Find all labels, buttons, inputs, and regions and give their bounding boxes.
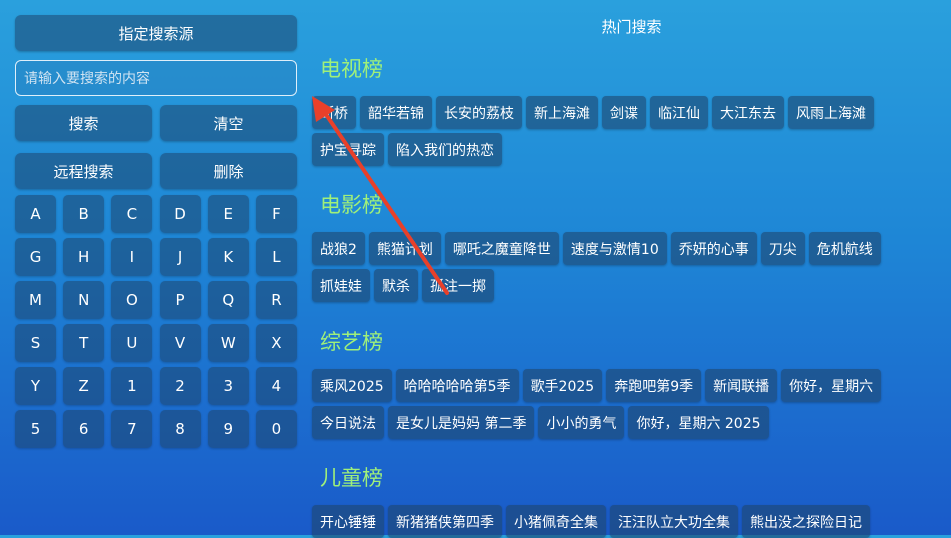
variety-tag-list: 乘风2025 哈哈哈哈哈第5季 歌手2025 奔跑吧第9季 新闻联播 你好，星期… bbox=[312, 369, 922, 439]
key-f[interactable]: F bbox=[255, 195, 297, 233]
tag-item[interactable]: 韶华若锦 bbox=[360, 96, 432, 129]
key-n[interactable]: N bbox=[63, 281, 105, 319]
tag-item[interactable]: 歌手2025 bbox=[522, 369, 603, 402]
key-0[interactable]: 0 bbox=[255, 410, 297, 448]
tag-item[interactable]: 小小的勇气 bbox=[538, 406, 625, 439]
key-z[interactable]: Z bbox=[63, 367, 105, 405]
key-7[interactable]: 7 bbox=[111, 410, 153, 448]
tag-item[interactable]: 小猪佩奇全集 bbox=[506, 505, 606, 538]
tag-item[interactable]: 抓娃娃 bbox=[312, 269, 370, 302]
key-m[interactable]: M bbox=[15, 281, 56, 319]
key-w[interactable]: W bbox=[207, 324, 249, 362]
tag-item[interactable]: 你好，星期六 2025 bbox=[628, 406, 769, 439]
tag-item[interactable]: 速度与激情10 bbox=[562, 232, 667, 265]
movie-tag-list: 战狼2 熊猫计划 哪吒之魔童降世 速度与激情10 乔妍的心事 刀尖 危机航线 抓… bbox=[312, 232, 922, 302]
tag-item[interactable]: 危机航线 bbox=[808, 232, 881, 265]
tag-item[interactable]: 新猪猪侠第四季 bbox=[388, 505, 502, 538]
tag-item[interactable]: 大江东去 bbox=[712, 96, 784, 129]
key-s[interactable]: S bbox=[15, 324, 56, 362]
key-q[interactable]: Q bbox=[207, 281, 249, 319]
tag-item[interactable]: 乘风2025 bbox=[312, 369, 392, 402]
tag-item[interactable]: 奔跑吧第9季 bbox=[606, 369, 702, 402]
search-button[interactable]: 搜索 bbox=[15, 105, 152, 141]
search-input[interactable]: 请输入要搜索的内容 bbox=[15, 60, 297, 96]
key-p[interactable]: P bbox=[159, 281, 201, 319]
tag-item[interactable]: 刀尖 bbox=[760, 232, 805, 265]
tv-tag-list: 断桥 韶华若锦 长安的荔枝 新上海滩 剑谍 临江仙 大江东去 风雨上海滩 护宝寻… bbox=[312, 96, 922, 166]
tag-item[interactable]: 护宝寻踪 bbox=[312, 133, 384, 166]
key-h[interactable]: H bbox=[63, 238, 105, 276]
key-2[interactable]: 2 bbox=[159, 367, 201, 405]
remote-search-button[interactable]: 远程搜索 bbox=[15, 153, 152, 189]
section-title-tv: 电视榜 bbox=[320, 57, 383, 81]
clear-button[interactable]: 清空 bbox=[160, 105, 297, 141]
tag-item[interactable]: 乔妍的心事 bbox=[670, 232, 757, 265]
tag-item[interactable]: 默杀 bbox=[374, 269, 418, 302]
key-4[interactable]: 4 bbox=[255, 367, 297, 405]
key-v[interactable]: V bbox=[159, 324, 201, 362]
hot-search-title: 热门搜索 bbox=[601, 18, 662, 36]
key-9[interactable]: 9 bbox=[207, 410, 249, 448]
key-1[interactable]: 1 bbox=[111, 367, 153, 405]
tag-item[interactable]: 新闻联播 bbox=[705, 369, 778, 402]
tag-item[interactable]: 熊出没之探险日记 bbox=[742, 505, 870, 538]
tag-item[interactable]: 是女儿是妈妈 第二季 bbox=[388, 406, 535, 439]
tag-item[interactable]: 断桥 bbox=[312, 96, 356, 129]
key-3[interactable]: 3 bbox=[207, 367, 249, 405]
tag-item[interactable]: 开心锤锤 bbox=[312, 505, 384, 538]
tag-item[interactable]: 熊猫计划 bbox=[368, 232, 441, 265]
tag-item[interactable]: 剑谍 bbox=[602, 96, 646, 129]
tag-item[interactable]: 风雨上海滩 bbox=[788, 96, 874, 129]
key-a[interactable]: A bbox=[15, 195, 56, 233]
key-y[interactable]: Y bbox=[15, 367, 56, 405]
keyboard-grid: A B C D E F G H I J K L M N O P Q R S T … bbox=[15, 195, 297, 448]
key-x[interactable]: X bbox=[255, 324, 297, 362]
tag-item[interactable]: 你好，星期六 bbox=[781, 369, 882, 402]
tag-item[interactable]: 战狼2 bbox=[312, 232, 365, 265]
key-u[interactable]: U bbox=[111, 324, 153, 362]
key-k[interactable]: K bbox=[207, 238, 249, 276]
key-r[interactable]: R bbox=[255, 281, 297, 319]
key-l[interactable]: L bbox=[255, 238, 297, 276]
key-i[interactable]: I bbox=[111, 238, 153, 276]
section-title-variety: 综艺榜 bbox=[320, 330, 383, 354]
search-source-button[interactable]: 指定搜索源 bbox=[15, 15, 297, 51]
key-8[interactable]: 8 bbox=[159, 410, 201, 448]
tag-item[interactable]: 陷入我们的热恋 bbox=[388, 133, 502, 166]
key-6[interactable]: 6 bbox=[63, 410, 105, 448]
delete-button[interactable]: 删除 bbox=[160, 153, 297, 189]
key-o[interactable]: O bbox=[111, 281, 153, 319]
tag-item[interactable]: 汪汪队立大功全集 bbox=[610, 505, 738, 538]
search-placeholder: 请输入要搜索的内容 bbox=[24, 71, 150, 87]
tag-item[interactable]: 哈哈哈哈哈第5季 bbox=[395, 369, 519, 402]
section-title-kids: 儿童榜 bbox=[320, 466, 383, 490]
tag-item[interactable]: 哪吒之魔童降世 bbox=[444, 232, 559, 265]
tag-item[interactable]: 临江仙 bbox=[650, 96, 708, 129]
key-b[interactable]: B bbox=[63, 195, 105, 233]
key-j[interactable]: J bbox=[159, 238, 201, 276]
section-title-movie: 电影榜 bbox=[320, 193, 383, 217]
tag-item[interactable]: 长安的荔枝 bbox=[436, 96, 522, 129]
tag-item[interactable]: 今日说法 bbox=[312, 406, 384, 439]
key-g[interactable]: G bbox=[15, 238, 56, 276]
key-5[interactable]: 5 bbox=[15, 410, 56, 448]
kids-tag-list: 开心锤锤 新猪猪侠第四季 小猪佩奇全集 汪汪队立大功全集 熊出没之探险日记 bbox=[312, 505, 922, 538]
tag-item[interactable]: 孤注一掷 bbox=[422, 269, 494, 302]
key-e[interactable]: E bbox=[207, 195, 249, 233]
key-d[interactable]: D bbox=[159, 195, 201, 233]
key-c[interactable]: C bbox=[111, 195, 153, 233]
tag-item[interactable]: 新上海滩 bbox=[526, 96, 598, 129]
key-t[interactable]: T bbox=[63, 324, 105, 362]
